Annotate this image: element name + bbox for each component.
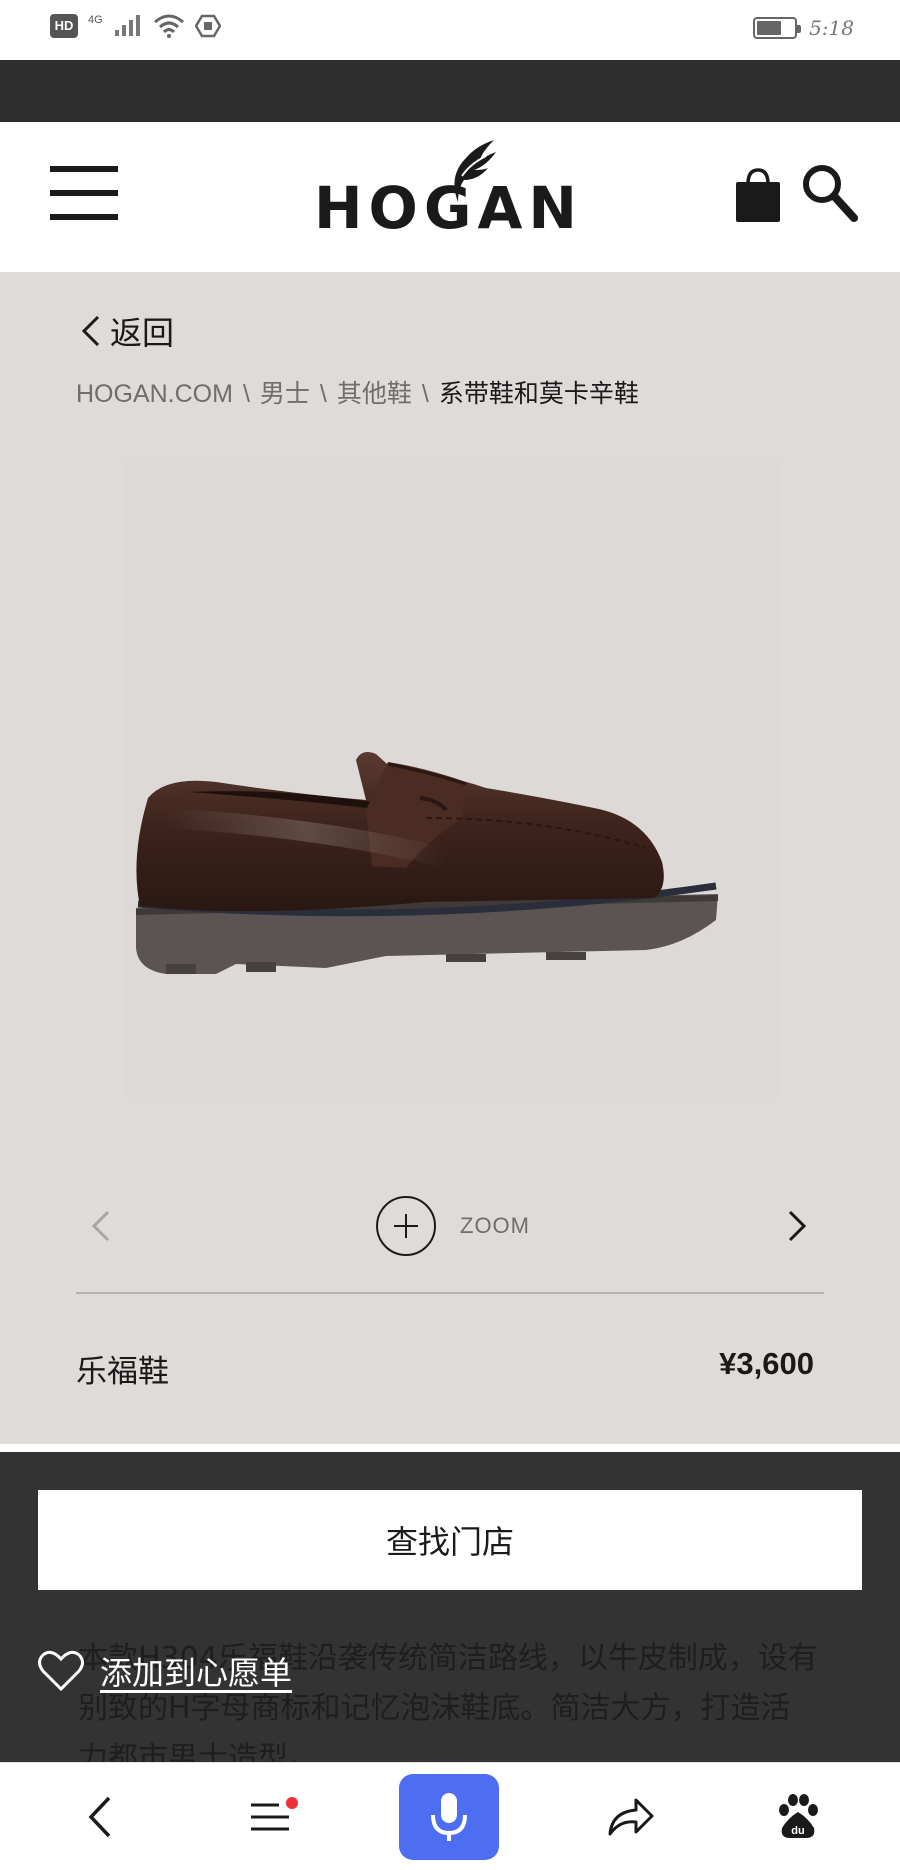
back-label: 返回 [110,314,175,352]
nav-baidu-button[interactable]: du [768,1763,828,1870]
top-dark-band [0,60,900,122]
product-image[interactable] [126,458,778,1098]
breadcrumb: HOGAN.COM \ 男士 \ 其他鞋 \ 系带鞋和莫卡辛鞋 [76,374,639,410]
microphone-icon [431,1793,467,1841]
product-name: 乐福鞋 [76,1354,169,1390]
browser-bottom-nav: du [0,1762,900,1870]
section-gap [0,1444,900,1452]
loafer-shoe-image [135,752,719,974]
breadcrumb-current: 系带鞋和莫卡辛鞋 [438,380,639,408]
shopping-bag-icon[interactable] [734,166,782,224]
add-to-wishlist-button[interactable]: 添加到心愿单 [38,1648,292,1694]
nav-back-button[interactable] [70,1763,130,1870]
find-store-button[interactable]: 查找门店 [38,1490,862,1590]
search-icon[interactable] [800,162,858,224]
mic-container [399,1774,499,1860]
wifi-icon [153,14,184,38]
menu-icon [251,1803,289,1831]
brand-logo[interactable]: HOGAN [300,136,600,256]
notification-dot [286,1797,298,1809]
nav-menu-button[interactable] [240,1763,300,1870]
site-header: HOGAN [0,122,900,272]
action-panel: 查找门店 本款H304乐福鞋沿袭传统简洁路线，以牛皮制成，设有别致的H字母商标和… [0,1452,900,1762]
product-detail: 返回 HOGAN.COM \ 男士 \ 其他鞋 \ 系带鞋和莫卡辛鞋 ZOOM … [0,272,900,1444]
wishlist-label: 添加到心愿单 [100,1654,293,1692]
hand-shield-icon [194,14,221,38]
back-link[interactable]: 返回 [78,308,174,354]
zoom-label: ZOOM [460,1213,530,1238]
breadcrumb-separator: \ [242,380,250,408]
share-icon [608,1798,654,1836]
heart-icon [38,1650,84,1692]
brand-name: HOGAN [314,174,583,242]
signal-icon [114,15,140,36]
battery-icon [753,17,802,39]
breadcrumb-separator: \ [421,380,429,408]
svg-text:du: du [791,1825,804,1837]
zoom-control[interactable]: ZOOM [376,1196,530,1256]
next-image-arrow[interactable] [784,1208,810,1244]
baidu-paw-icon: du [779,1794,818,1838]
product-price: ¥3,600 [719,1346,814,1381]
clock: 5:18 [809,16,854,40]
breadcrumb-home[interactable]: HOGAN.COM [76,380,233,408]
back-icon [88,1796,111,1838]
status-right: 5:18 [753,16,854,40]
divider [76,1292,824,1294]
nav-share-button[interactable] [600,1763,660,1870]
zoom-plus-icon[interactable] [376,1196,436,1256]
network-type: 4G [88,14,103,26]
status-bar: HD 4G 5:18 [0,0,900,60]
breadcrumb-separator: \ [319,380,327,408]
breadcrumb-other-shoes[interactable]: 其他鞋 [337,380,412,408]
hamburger-menu-icon[interactable] [50,166,118,222]
breadcrumb-men[interactable]: 男士 [260,380,310,408]
voice-search-button[interactable] [398,1763,500,1870]
previous-image-arrow[interactable] [88,1208,114,1244]
status-left: HD 4G [50,14,221,38]
chevron-left-icon [81,315,100,347]
hd-badge: HD [50,14,78,38]
